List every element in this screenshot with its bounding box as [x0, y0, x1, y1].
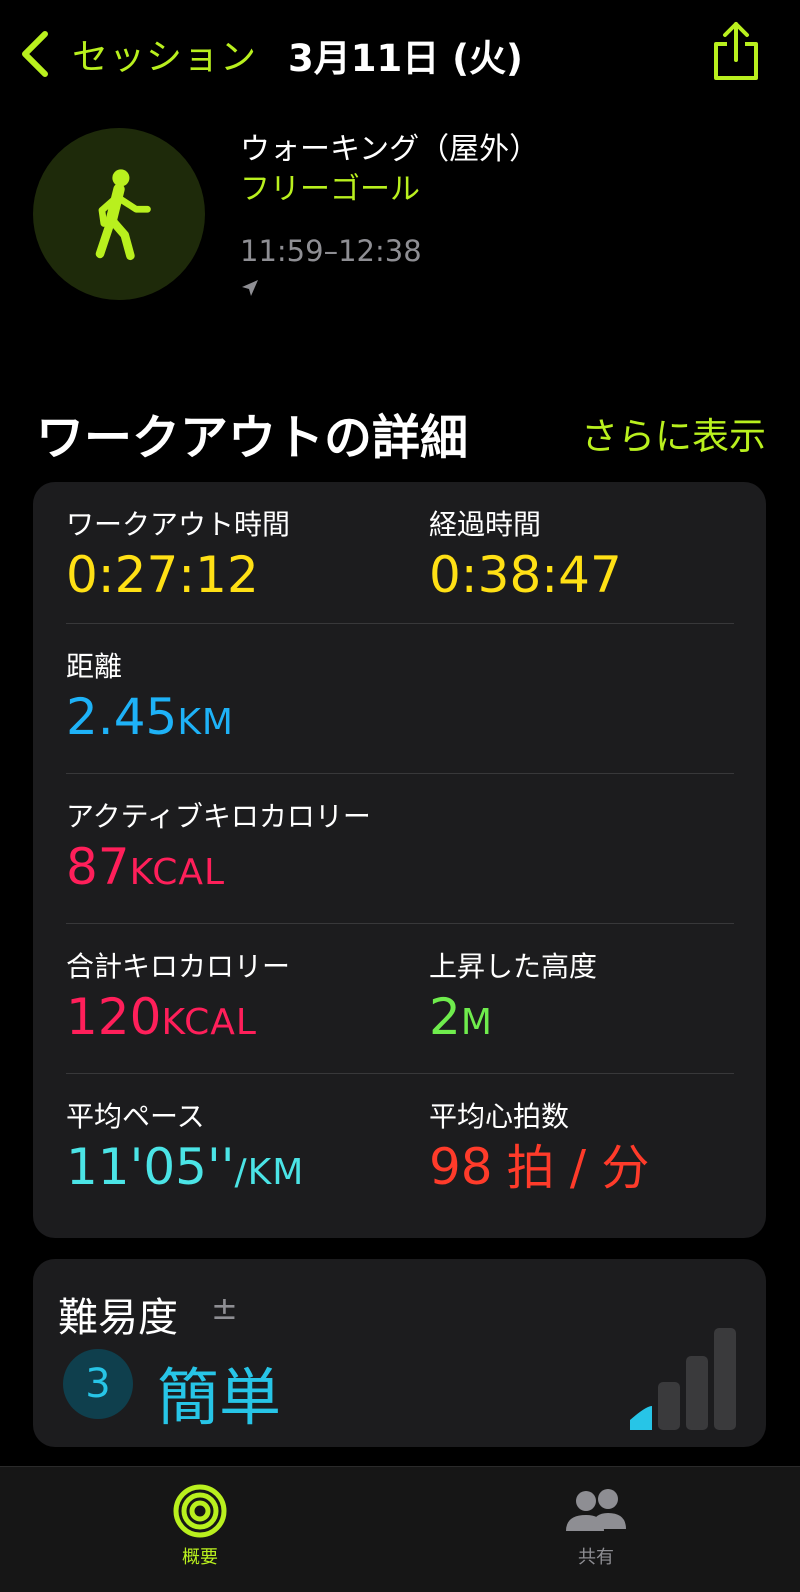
people-icon: [566, 1489, 626, 1531]
workout-details-card: ワークアウト時間 0:27:12 経過時間 0:38:47 距離 2.45KM …: [33, 482, 766, 1238]
metric-label: 平均ペース: [66, 1100, 205, 1133]
navigation-bar: セッション 3月11日 (火): [0, 0, 800, 110]
activity-rings-icon: [173, 1484, 227, 1538]
metric-value: 0:27:12: [66, 546, 259, 604]
tab-label: 概要: [182, 1547, 218, 1568]
workout-name: ウォーキング（屋外）: [240, 132, 540, 167]
metric-value: 120: [66, 988, 162, 1046]
tab-summary[interactable]: 概要: [100, 1467, 300, 1569]
metric-value-wrap: 11'05''/KM: [66, 1136, 304, 1204]
metric-unit: 拍 / 分: [506, 1140, 650, 1196]
metrics-row-total-kcal: 合計キロカロリー 120KCAL 上昇した高度 2M: [66, 923, 734, 1074]
workout-time-range: 11:59–12:38: [240, 234, 422, 268]
tab-bar: 概要 共有: [0, 1466, 800, 1592]
share-button[interactable]: [710, 20, 762, 82]
effort-adjust-icon[interactable]: ±: [211, 1289, 238, 1327]
metric-value: 11'05'': [66, 1138, 235, 1196]
metric-workout-time: ワークアウト時間 0:27:12: [66, 482, 290, 606]
metrics-row-pace-hr: 平均ペース 11'05''/KM 平均心拍数 98 拍 / 分: [66, 1073, 734, 1224]
metric-value: 0:38:47: [429, 546, 622, 604]
workout-details-header: ワークアウトの詳細 さらに表示: [36, 392, 766, 466]
metric-label: 合計キロカロリー: [66, 950, 291, 983]
metric-value-wrap: 87KCAL: [66, 836, 371, 904]
metric-value: 98: [429, 1138, 493, 1196]
metric-label: 経過時間: [429, 508, 542, 541]
metric-value: 2.45: [66, 688, 178, 746]
metric-unit: M: [460, 1002, 493, 1043]
location-arrow-icon: [240, 278, 539, 302]
metric-elevation: 上昇した高度 2M: [429, 924, 597, 1054]
effort-level-label: 簡単: [157, 1361, 282, 1434]
metrics-row-active-kcal: アクティブキロカロリー 87KCAL: [66, 773, 734, 924]
metric-value-wrap: 120KCAL: [66, 986, 290, 1054]
metric-label: アクティブキロカロリー: [66, 800, 371, 833]
back-button[interactable]: セッション: [18, 26, 257, 82]
page-title: 3月11日 (火): [288, 37, 523, 80]
metric-total-kcal: 合計キロカロリー 120KCAL: [66, 924, 290, 1054]
metric-label: ワークアウト時間: [66, 508, 291, 541]
effort-level-badge: 3: [63, 1349, 133, 1419]
metric-unit: /KM: [234, 1152, 305, 1193]
tab-label: 共有: [578, 1547, 614, 1568]
tab-sharing[interactable]: 共有: [496, 1467, 696, 1569]
metric-value: 2: [429, 988, 461, 1046]
share-icon: [714, 22, 758, 80]
metric-avg-pace: 平均ペース 11'05''/KM: [66, 1074, 304, 1204]
chevron-left-icon: [22, 31, 48, 77]
workout-goal: フリーゴール: [240, 172, 420, 207]
metric-value: 87: [66, 838, 130, 896]
metric-elapsed-time: 経過時間 0:38:47: [429, 482, 622, 606]
metric-unit: KCAL: [129, 852, 226, 893]
metric-unit: KCAL: [161, 1002, 257, 1043]
effort-card[interactable]: 難易度 ± 3 簡単: [33, 1259, 766, 1447]
metric-unit: KM: [177, 702, 234, 743]
show-more-link[interactable]: さらに表示: [581, 406, 766, 460]
metric-value-wrap: 2.45KM: [66, 686, 234, 754]
metric-avg-heart-rate: 平均心拍数 98 拍 / 分: [429, 1074, 649, 1199]
metric-active-kcal: アクティブキロカロリー 87KCAL: [66, 774, 371, 904]
metric-label: 上昇した高度: [429, 950, 598, 983]
workout-type-badge: [33, 128, 205, 300]
walking-figure-icon: [95, 169, 151, 261]
workout-info: ウォーキング（屋外） フリーゴール 11:59–12:38: [240, 130, 539, 302]
metrics-row-time: ワークアウト時間 0:27:12 経過時間 0:38:47: [66, 482, 734, 632]
metric-value-wrap: 2M: [429, 986, 597, 1054]
effort-title: 難易度: [58, 1295, 178, 1341]
metric-value-wrap: 98 拍 / 分: [429, 1136, 649, 1199]
metrics-row-distance: 距離 2.45KM: [66, 623, 734, 774]
back-label: セッション: [72, 37, 258, 78]
metric-label: 平均心拍数: [429, 1100, 570, 1133]
metric-distance: 距離 2.45KM: [66, 624, 234, 754]
effort-bars-icon: [630, 1328, 736, 1430]
section-title: ワークアウトの詳細: [36, 410, 469, 466]
metric-label: 距離: [66, 650, 123, 683]
